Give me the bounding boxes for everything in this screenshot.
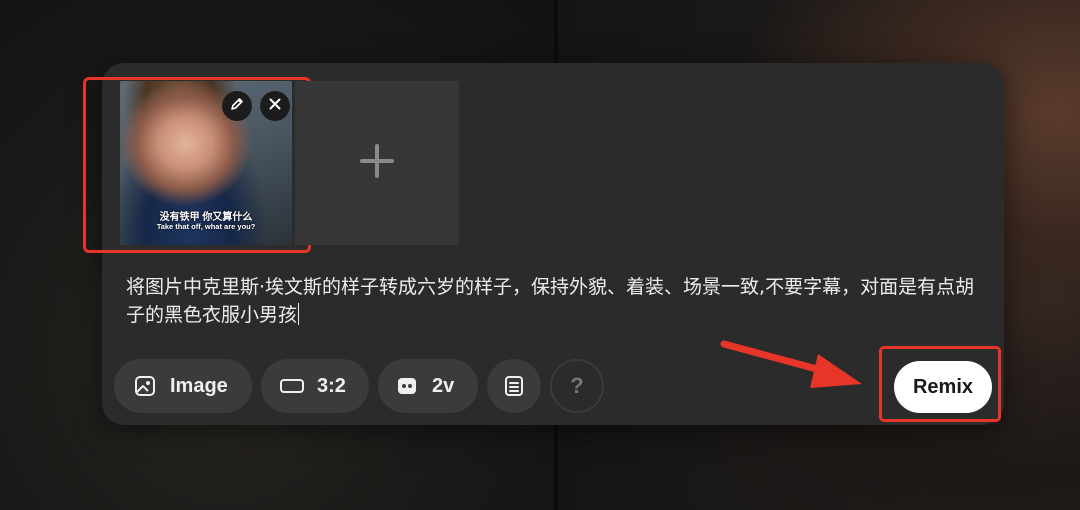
image-mode-label: Image [170,374,228,397]
remix-label: Remix [912,375,974,398]
variations-label: 2v [432,374,455,397]
image-icon [134,375,156,397]
prompt-input[interactable]: 将图片中克里斯·埃文斯的样子转成六岁的样子，保持外貌、着装、场景一致,不要字幕，… [126,273,976,329]
help-button[interactable]: ? [550,359,604,413]
text-caret [298,303,300,325]
storyboard-button[interactable] [487,359,541,413]
edit-image-button[interactable] [222,91,252,121]
plus-icon [359,143,395,184]
close-icon [268,97,282,116]
remove-image-button[interactable] [260,91,290,121]
pencil-icon [229,96,245,117]
aspect-ratio-button[interactable]: 3:2 [261,359,369,413]
help-label: ? [570,373,584,398]
reference-image-thumbnail[interactable]: 没有铁甲 你又算什么 Take that off, what are you? [120,81,292,245]
prompt-text: 将图片中克里斯·埃文斯的样子转成六岁的样子，保持外貌、着装、场景一致,不要字幕，… [126,276,975,326]
variations-icon [396,375,418,397]
variations-button[interactable]: 2v [378,359,478,413]
thumbnail-subtitle-cn: 没有铁甲 你又算什么 [159,212,253,223]
storyboard-icon [504,375,524,397]
thumbnail-subtitle-en: Take that off, what are you? [156,222,256,231]
aspect-ratio-icon [279,377,305,395]
remix-button[interactable]: Remix [894,361,992,413]
add-image-button[interactable] [295,81,459,245]
image-mode-button[interactable]: Image [114,359,252,413]
remix-panel: 没有铁甲 你又算什么 Take that off, what are you? … [83,63,1004,425]
aspect-ratio-label: 3:2 [317,374,346,397]
